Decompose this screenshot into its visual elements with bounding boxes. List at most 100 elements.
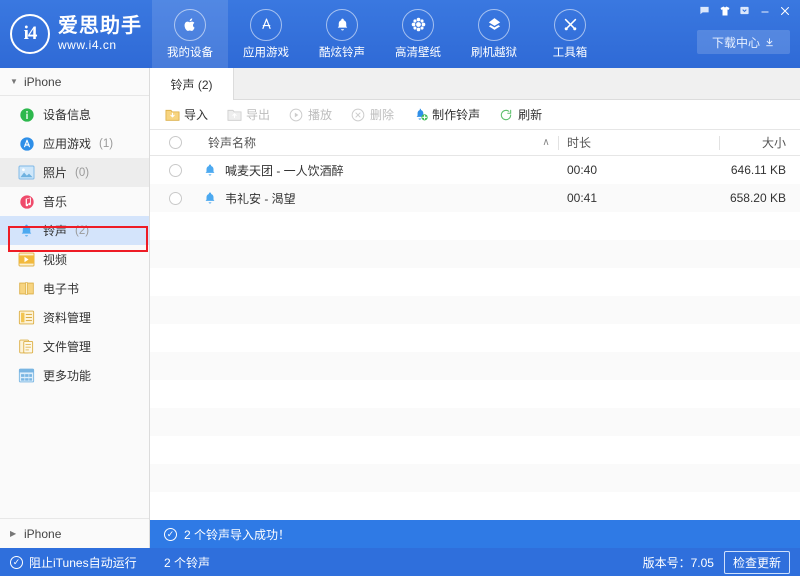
check-icon: ✓ <box>10 556 23 569</box>
music-icon <box>18 193 35 210</box>
sidebar-item-label: 电子书 <box>43 280 79 297</box>
table-body: 喊麦天团 - 一人饮酒醉 00:40 646.11 KB 韦礼安 - 渴望 <box>150 156 800 548</box>
nav-item-wallpapers[interactable]: 高清壁纸 <box>380 0 456 68</box>
sidebar-item-apps-games[interactable]: 应用游戏 (1) <box>0 129 149 158</box>
tab-ringtones[interactable]: 铃声 (2) <box>150 68 234 100</box>
flash-icon <box>478 9 510 41</box>
sidebar-items: 设备信息 应用游戏 (1) 照片 (0) <box>0 96 149 390</box>
data-icon <box>18 309 35 326</box>
nav-item-toolbox[interactable]: 工具箱 <box>532 0 608 68</box>
sidebar-item-label: 应用游戏 <box>43 135 91 152</box>
status-notice: ✓ 2 个铃声导入成功！ <box>150 520 800 548</box>
apple-icon <box>174 9 206 41</box>
device-group-header-bottom[interactable]: ▶ iPhone <box>0 518 149 548</box>
feedback-icon[interactable] <box>695 2 714 19</box>
device-group-header-top[interactable]: ▼ iPhone <box>0 68 149 96</box>
sidebar-item-count: (2) <box>75 225 89 237</box>
itunes-block-toggle[interactable]: ✓ 阻止iTunes自动运行 <box>0 554 150 571</box>
import-button[interactable]: 导入 <box>164 106 208 123</box>
brand-name: 爱思助手 <box>58 16 142 37</box>
status-bar: ✓ 阻止iTunes自动运行 2 个铃声 版本号：7.05 检查更新 <box>0 548 800 576</box>
minimize-icon[interactable] <box>755 2 774 19</box>
sidebar-item-music[interactable]: 音乐 <box>0 187 149 216</box>
sidebar-item-photos[interactable]: 照片 (0) <box>0 158 149 187</box>
sidebar-item-label: 照片 <box>43 164 67 181</box>
appstore-icon <box>250 9 282 41</box>
sidebar-item-videos[interactable]: 视频 <box>0 245 149 274</box>
ringtone-count-label: 2 个铃声 <box>150 554 643 571</box>
appstore-icon <box>18 135 35 152</box>
ringtone-icon <box>18 222 35 239</box>
logo-text-block: 爱思助手 www.i4.cn <box>58 16 142 52</box>
select-all-checkbox[interactable] <box>150 136 200 149</box>
sort-asc-icon[interactable]: ∧ <box>534 137 558 148</box>
sidebar-item-file-management[interactable]: 文件管理 <box>0 332 149 361</box>
row-checkbox[interactable] <box>150 192 200 205</box>
ringtone-name: 喊麦天团 - 一人饮酒醉 <box>225 162 344 179</box>
sidebar-item-count: (0) <box>75 167 89 179</box>
download-center-button[interactable]: 下载中心 <box>697 30 790 54</box>
nav-item-apps-games[interactable]: 应用游戏 <box>228 0 304 68</box>
chevron-down-icon: ▼ <box>10 77 18 86</box>
check-update-button[interactable]: 检查更新 <box>724 551 790 574</box>
table-row[interactable]: 喊麦天团 - 一人饮酒醉 00:40 646.11 KB <box>150 156 800 184</box>
download-center-label: 下载中心 <box>712 34 760 51</box>
ringtone-icon <box>202 162 218 178</box>
sidebar-item-label: 视频 <box>43 251 67 268</box>
refresh-button[interactable]: 刷新 <box>498 106 542 123</box>
sidebar: ▼ iPhone 设备信息 应用游戏 (1) <box>0 68 150 548</box>
nav-item-ringtones[interactable]: 酷炫铃声 <box>304 0 380 68</box>
menu-icon[interactable] <box>735 2 754 19</box>
column-header-name[interactable]: 铃声名称 <box>200 134 534 151</box>
nav-label: 刷机越狱 <box>471 44 517 60</box>
brand-url: www.i4.cn <box>58 39 142 52</box>
sidebar-item-more-features[interactable]: 更多功能 <box>0 361 149 390</box>
i4-assistant-window: i4 爱思助手 www.i4.cn 我的设备 应用游戏 <box>0 0 800 576</box>
app-header: i4 爱思助手 www.i4.cn 我的设备 应用游戏 <box>0 0 800 68</box>
ringtone-size: 646.11 KB <box>720 163 800 177</box>
make-ringtone-button[interactable]: 制作铃声 <box>412 106 480 123</box>
sidebar-item-label: 文件管理 <box>43 338 91 355</box>
download-icon <box>764 37 775 48</box>
tab-strip: 铃声 (2) <box>150 68 800 100</box>
ringtone-name: 韦礼安 - 渴望 <box>225 190 296 207</box>
more-icon <box>18 367 35 384</box>
make-ringtone-icon <box>412 107 428 123</box>
table-row[interactable]: 韦礼安 - 渴望 00:41 658.20 KB <box>150 184 800 212</box>
delete-button[interactable]: 删除 <box>350 106 394 123</box>
sidebar-item-count: (1) <box>99 138 113 150</box>
toolbar-label: 删除 <box>370 106 394 123</box>
empty-rows <box>150 212 800 548</box>
nav-item-flash-jailbreak[interactable]: 刷机越狱 <box>456 0 532 68</box>
column-header-size[interactable]: 大小 <box>720 134 800 151</box>
check-circle-icon: ✓ <box>164 528 177 541</box>
column-header-duration[interactable]: 时长 <box>559 134 719 151</box>
sidebar-item-ebooks[interactable]: 电子书 <box>0 274 149 303</box>
export-button[interactable]: 导出 <box>226 106 270 123</box>
ringtone-duration: 00:40 <box>559 163 719 177</box>
ringtone-size: 658.20 KB <box>720 191 800 205</box>
video-icon <box>18 251 35 268</box>
toolbar-label: 导出 <box>246 106 270 123</box>
book-icon <box>18 280 35 297</box>
window-controls <box>695 2 794 19</box>
skin-icon[interactable] <box>715 2 734 19</box>
row-checkbox[interactable] <box>150 164 200 177</box>
device-name: iPhone <box>24 75 61 89</box>
device-name: iPhone <box>24 527 61 541</box>
ringtone-icon <box>202 190 218 206</box>
sidebar-item-data-management[interactable]: 资料管理 <box>0 303 149 332</box>
close-icon[interactable] <box>775 2 794 19</box>
refresh-icon <box>498 107 514 123</box>
nav-item-my-device[interactable]: 我的设备 <box>152 0 228 68</box>
file-icon <box>18 338 35 355</box>
sidebar-item-device-info[interactable]: 设备信息 <box>0 100 149 129</box>
delete-icon <box>350 107 366 123</box>
play-button[interactable]: 播放 <box>288 106 332 123</box>
toolbar-label: 制作铃声 <box>432 106 480 123</box>
info-icon <box>18 106 35 123</box>
import-icon <box>164 107 180 123</box>
sidebar-item-ringtones[interactable]: 铃声 (2) <box>0 216 149 245</box>
content-toolbar: 导入 导出 播放 删除 <box>150 100 800 130</box>
toolbar-label: 导入 <box>184 106 208 123</box>
